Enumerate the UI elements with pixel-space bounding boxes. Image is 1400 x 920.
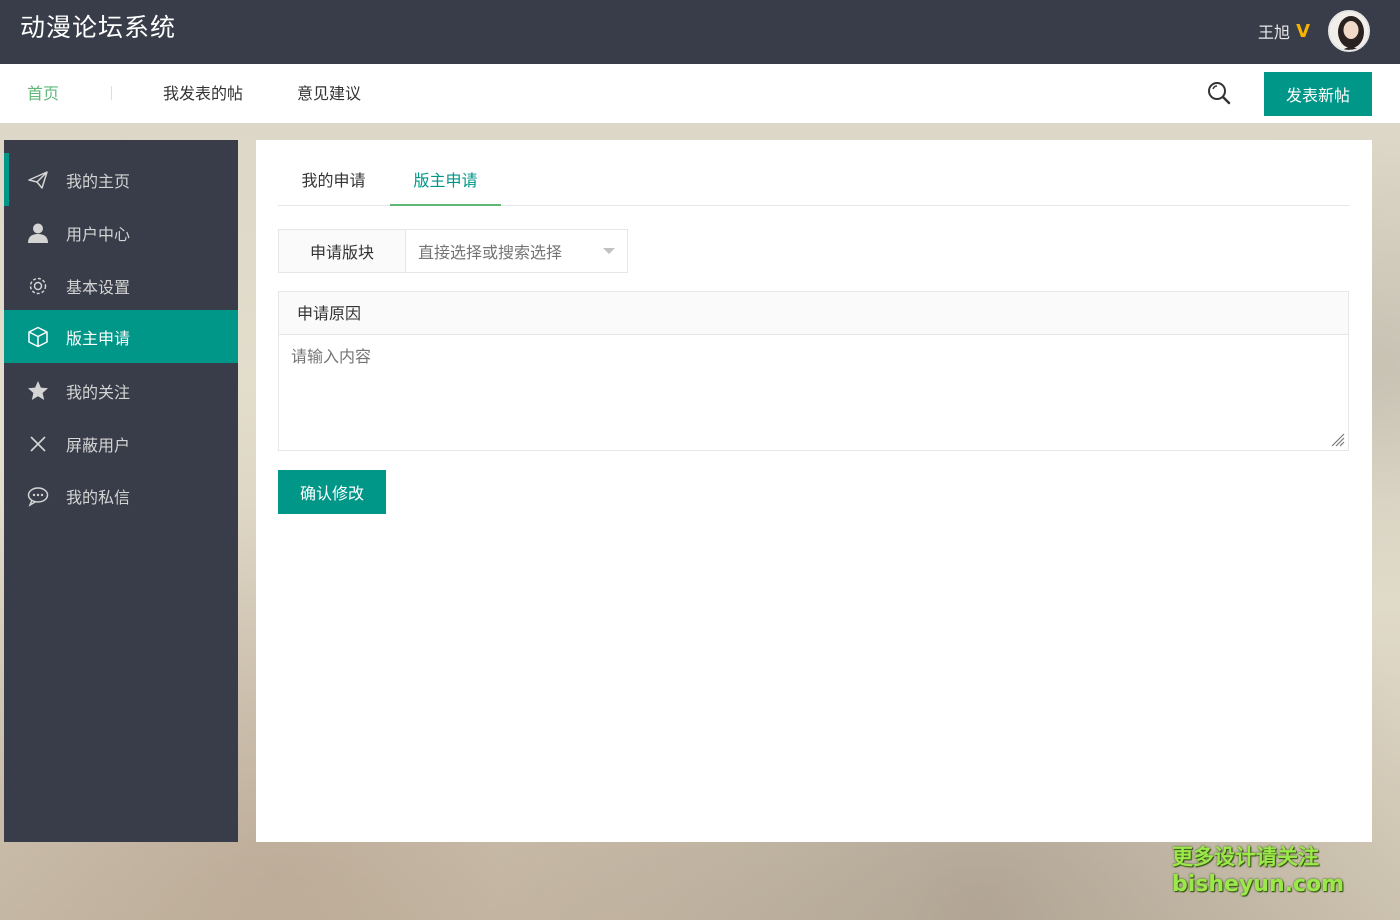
top-header: 动漫论坛系统 王旭 V [0,0,1400,64]
sidebar-item-label: 我的私信 [66,487,131,507]
sidebar-item-label: 我的主页 [66,171,131,191]
tab-my-applications[interactable]: 我的申请 [278,156,389,206]
chevron-down-icon [603,248,615,254]
cube-icon [27,326,49,348]
username[interactable]: 王旭 [1258,19,1290,43]
reason-field: 申请原因 [278,291,1349,451]
app-title: 动漫论坛系统 [20,13,177,42]
user-menu[interactable]: 王旭 V [1258,8,1370,54]
watermark-line-2: bisheyun.com [1172,872,1345,897]
section-select-placeholder: 直接选择或搜索选择 [418,243,563,262]
new-post-button[interactable]: 发表新帖 [1264,72,1372,116]
section-select-field: 申请版块 直接选择或搜索选择 [278,229,628,273]
search-icon[interactable] [1206,80,1232,106]
sidebar: 我的主页 用户中心 基本设置 版主申请 我的关注 屏蔽用户 我的私信 [4,140,238,842]
section-select-label: 申请版块 [279,230,406,272]
sidebar-item-messages[interactable]: 我的私信 [4,469,238,522]
star-icon [27,380,49,402]
tab-moderator-apply[interactable]: 版主申请 [390,156,501,206]
close-icon [27,433,49,455]
nav-feedback[interactable]: 意见建议 [297,64,361,123]
watermark-line-1: 更多设计请关注 [1172,845,1319,869]
reason-textarea[interactable] [279,335,1348,450]
tab-bar: 我的申请 版主申请 [278,156,1349,206]
section-select[interactable]: 直接选择或搜索选择 [406,230,627,272]
sidebar-item-moderator-apply[interactable]: 版主申请 [4,310,238,363]
paper-plane-icon [27,169,49,191]
sidebar-item-settings[interactable]: 基本设置 [4,259,238,312]
sidebar-item-blocked-users[interactable]: 屏蔽用户 [4,417,238,470]
chat-icon [27,485,49,507]
sidebar-item-label: 屏蔽用户 [66,435,131,455]
main-panel: 我的申请 版主申请 申请版块 直接选择或搜索选择 申请原因 确认修改 [256,140,1372,842]
avatar[interactable] [1328,10,1370,52]
sidebar-item-label: 基本设置 [66,277,131,297]
reason-label: 申请原因 [279,292,1348,335]
nav-divider [111,86,112,100]
vip-badge: V [1296,20,1310,42]
sidebar-item-label: 版主申请 [66,328,131,348]
watermark: 更多设计请关注 bisheyun.com [1172,843,1345,899]
confirm-button[interactable]: 确认修改 [278,470,386,514]
resize-handle-icon[interactable] [1331,433,1345,447]
sidebar-item-label: 我的关注 [66,382,131,402]
sidebar-item-home[interactable]: 我的主页 [4,153,238,206]
gear-icon [27,275,49,297]
nav-my-posts[interactable]: 我发表的帖 [163,64,243,123]
sidebar-item-following[interactable]: 我的关注 [4,364,238,417]
avatar-image [1330,12,1368,50]
sidebar-item-label: 用户中心 [66,224,131,244]
sidebar-item-user-center[interactable]: 用户中心 [4,206,238,259]
nav-home[interactable]: 首页 [27,64,59,123]
user-icon [27,222,49,244]
